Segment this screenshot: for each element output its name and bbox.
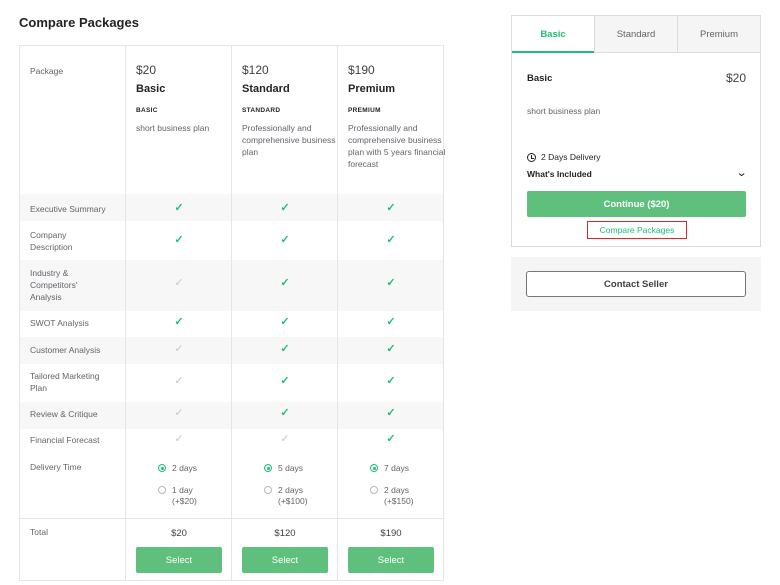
check-icon: ✓ (280, 316, 290, 328)
radio-unselected[interactable] (158, 486, 166, 494)
feature-label: Review & Critique (30, 409, 98, 419)
check-icon: ✓ (280, 202, 290, 214)
package-panel: Basic Standard Premium Basic $20 short b… (511, 15, 761, 247)
basic-tag: BASIC (136, 107, 158, 114)
delivery-option-label: 5 days (278, 463, 304, 473)
premium-name: Premium (348, 83, 396, 95)
total-premium: $190 (380, 528, 402, 539)
select-standard-button[interactable]: Select (242, 547, 328, 573)
check-icon: ✓ (386, 202, 396, 214)
delivery-info: 2 Days Delivery (527, 152, 601, 162)
check-icon: ✓ (280, 433, 290, 445)
radio-unselected[interactable] (264, 486, 272, 494)
standard-tag: STANDARD (242, 107, 281, 114)
check-icon: ✓ (386, 343, 396, 355)
check-icon: ✓ (174, 277, 184, 289)
check-icon: ✓ (174, 234, 184, 246)
feature-label: Company Description (30, 230, 73, 252)
radio-selected[interactable] (264, 464, 272, 472)
check-icon: ✓ (386, 375, 396, 387)
premium-desc: Professionally and comprehensive busines… (348, 123, 446, 169)
feature-label: Financial Forecast (30, 435, 100, 445)
basic-name: Basic (136, 83, 166, 95)
check-icon: ✓ (280, 375, 290, 387)
feature-label: Industry & Competitors' Analysis (30, 268, 78, 302)
total-standard: $120 (274, 528, 296, 539)
feature-label: Customer Analysis (30, 345, 101, 355)
delivery-alt-extra: (+$150) (384, 496, 414, 506)
package-label: Package (30, 66, 64, 76)
check-icon: ✓ (386, 407, 396, 419)
feature-label: Tailored Marketing Plan (30, 371, 100, 393)
delivery-option-label: 2 days (+$100) (278, 485, 308, 507)
whats-included-toggle[interactable]: What's Included (527, 169, 592, 179)
basic-desc: short business plan (136, 123, 210, 133)
check-icon: ✓ (386, 234, 396, 246)
delivery-option[interactable]: 2 days (158, 463, 197, 474)
radio-selected[interactable] (370, 464, 378, 472)
check-icon: ✓ (280, 343, 290, 355)
select-basic-button[interactable]: Select (136, 547, 222, 573)
package-tabs: Basic Standard Premium (512, 16, 760, 53)
delivery-option-label: 1 day (+$20) (172, 485, 197, 507)
delivery-option[interactable]: 5 days (264, 463, 303, 474)
delivery-option[interactable]: 1 day (+$20) (158, 485, 197, 507)
check-icon: ✓ (174, 316, 184, 328)
check-icon: ✓ (280, 277, 290, 289)
tab-premium[interactable]: Premium (677, 16, 760, 52)
check-icon: ✓ (174, 375, 184, 387)
package-name: Basic (527, 73, 553, 84)
delivery-label: Delivery Time (30, 462, 82, 472)
delivery-option-label: 2 days (172, 463, 198, 473)
delivery-alt-extra: (+$20) (172, 496, 197, 506)
package-desc: short business plan (527, 106, 601, 116)
chevron-down-icon[interactable]: ⌄ (735, 166, 747, 179)
tab-standard[interactable]: Standard (594, 16, 677, 52)
continue-button[interactable]: Continue ($20) (527, 191, 746, 217)
contact-seller-button[interactable]: Contact Seller (526, 271, 746, 297)
feature-label: SWOT Analysis (30, 318, 89, 328)
delivery-alt: 2 days (278, 485, 304, 495)
contact-panel: Contact Seller (511, 257, 761, 311)
delivery-alt: 2 days (384, 485, 410, 495)
page-title: Compare Packages (19, 15, 139, 30)
delivery-option[interactable]: 2 days (+$100) (264, 485, 308, 507)
check-icon: ✓ (174, 407, 184, 419)
standard-desc: Professionally and comprehensive busines… (242, 123, 336, 157)
package-price: $20 (725, 71, 746, 85)
premium-tag: PREMIUM (348, 107, 381, 114)
feature-label: Executive Summary (30, 204, 106, 214)
delivery-option[interactable]: 7 days (370, 463, 409, 474)
standard-name: Standard (242, 83, 290, 95)
check-icon: ✓ (386, 433, 396, 445)
delivery-option[interactable]: 2 days (+$150) (370, 485, 414, 507)
select-premium-button[interactable]: Select (348, 547, 434, 573)
tab-basic[interactable]: Basic (512, 16, 594, 53)
compare-table: Package $20 Basic BASIC short business p… (19, 45, 445, 581)
delivery-alt: 1 day (172, 485, 193, 495)
delivery-option-label: 7 days (384, 463, 410, 473)
clock-icon (527, 152, 536, 162)
check-icon: ✓ (386, 316, 396, 328)
basic-price: $20 (136, 63, 157, 77)
check-icon: ✓ (174, 433, 184, 445)
compare-packages-link[interactable]: Compare Packages (587, 221, 687, 239)
check-icon: ✓ (174, 343, 184, 355)
divider (125, 46, 126, 580)
radio-selected[interactable] (158, 464, 166, 472)
delivery-alt-extra: (+$100) (278, 496, 308, 506)
radio-unselected[interactable] (370, 486, 378, 494)
total-basic: $20 (171, 528, 187, 539)
check-icon: ✓ (386, 277, 396, 289)
delivery-text: 2 Days Delivery (541, 152, 601, 162)
total-label: Total (30, 527, 48, 537)
delivery-option-label: 2 days (+$150) (384, 485, 414, 507)
premium-price: $190 (348, 63, 375, 77)
check-icon: ✓ (280, 234, 290, 246)
standard-price: $120 (242, 63, 269, 77)
check-icon: ✓ (174, 202, 184, 214)
check-icon: ✓ (280, 407, 290, 419)
